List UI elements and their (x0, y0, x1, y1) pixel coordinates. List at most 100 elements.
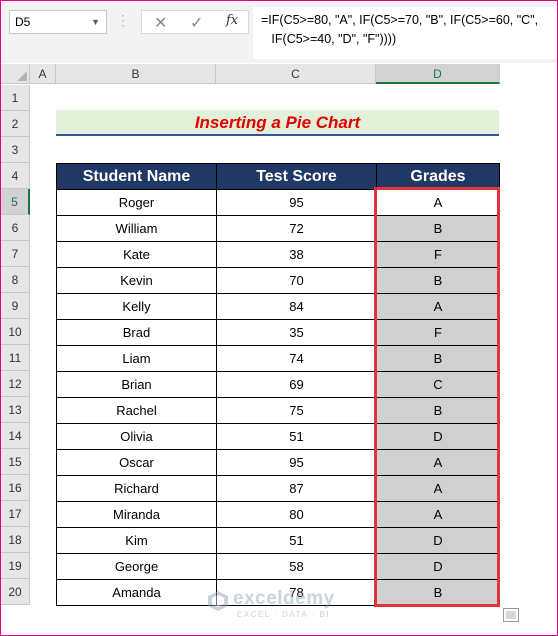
cell-student-name[interactable]: Brad (56, 319, 217, 346)
table-row: Brad 35 F (56, 319, 500, 346)
row-header-7[interactable]: 7 (1, 241, 30, 267)
cell-grade[interactable]: F (376, 319, 500, 346)
name-box[interactable]: D5 ▼ (9, 10, 107, 34)
sheet-title[interactable]: Inserting a Pie Chart (56, 110, 499, 136)
row-header-9[interactable]: 9 (1, 293, 30, 319)
name-box-value: D5 (15, 15, 31, 29)
row-header-2[interactable]: 2 (1, 111, 30, 137)
cell-student-name[interactable]: William (56, 215, 217, 242)
table-row: Richard 87 A (56, 475, 500, 502)
cancel-icon[interactable]: ✕ (154, 13, 167, 33)
watermark-tagline: EXCEL · DATA · BI (237, 610, 330, 619)
row-header-18[interactable]: 18 (1, 527, 30, 553)
cell-test-score[interactable]: 74 (216, 345, 377, 372)
cell-student-name[interactable]: Kevin (56, 267, 217, 294)
more-icon: · · · (121, 8, 125, 32)
cell-test-score[interactable]: 58 (216, 553, 377, 580)
row-header-11[interactable]: 11 (1, 345, 30, 371)
cell-test-score[interactable]: 70 (216, 267, 377, 294)
cell-student-name[interactable]: Roger (56, 189, 217, 216)
cell-test-score[interactable]: 51 (216, 423, 377, 450)
cell-test-score[interactable]: 80 (216, 501, 377, 528)
cell-grade[interactable]: B (376, 267, 500, 294)
quick-analysis-icon[interactable] (503, 608, 519, 622)
chevron-down-icon[interactable]: ▼ (91, 11, 100, 33)
row-header-3[interactable]: 3 (1, 137, 30, 163)
cell-grade[interactable]: B (376, 215, 500, 242)
cell-test-score[interactable]: 87 (216, 475, 377, 502)
cell-grade[interactable]: B (376, 397, 500, 424)
cell-test-score[interactable]: 35 (216, 319, 377, 346)
row-header-5[interactable]: 5 (1, 189, 30, 215)
header-grades[interactable]: Grades (376, 163, 500, 190)
table-row: Brian 69 C (56, 371, 500, 398)
table-row: Kevin 70 B (56, 267, 500, 294)
formula-input[interactable]: =IF(C5>=80, "A", IF(C5>=70, "B", IF(C5>=… (253, 7, 557, 59)
formula-buttons: ✕ ✓ fx (141, 10, 249, 34)
table-row: George 58 D (56, 553, 500, 580)
row-header-1[interactable]: 1 (1, 85, 30, 111)
cell-student-name[interactable]: Rachel (56, 397, 217, 424)
watermark: exceldemy EXCEL · DATA · BI (207, 588, 357, 622)
row-header-4[interactable]: 4 (1, 163, 30, 189)
column-header-d[interactable]: D (376, 64, 500, 84)
select-all-button[interactable] (1, 64, 30, 84)
cell-test-score[interactable]: 95 (216, 449, 377, 476)
formula-bar: D5 ▼ · · · ✕ ✓ fx =IF(C5>=80, "A", IF(C5>=… (1, 1, 557, 63)
cell-grade[interactable]: D (376, 527, 500, 554)
row-header-8[interactable]: 8 (1, 267, 30, 293)
cell-grade[interactable]: F (376, 241, 500, 268)
cell-student-name[interactable]: Oscar (56, 449, 217, 476)
row-header-15[interactable]: 15 (1, 449, 30, 475)
cell-grade[interactable]: D (376, 553, 500, 580)
row-header-19[interactable]: 19 (1, 553, 30, 579)
table-row: Kelly 84 A (56, 293, 500, 320)
column-header-a[interactable]: A (30, 64, 56, 84)
cell-student-name[interactable]: Kate (56, 241, 217, 268)
cell-test-score[interactable]: 38 (216, 241, 377, 268)
header-student-name[interactable]: Student Name (56, 163, 217, 190)
cell-grade[interactable]: D (376, 423, 500, 450)
cell-student-name[interactable]: Brian (56, 371, 217, 398)
cell-test-score[interactable]: 72 (216, 215, 377, 242)
cell-grade[interactable]: A (376, 449, 500, 476)
table-row: Roger 95 A (56, 189, 500, 216)
table-row: Kate 38 F (56, 241, 500, 268)
insert-function-icon[interactable]: fx (226, 13, 238, 28)
cell-test-score[interactable]: 69 (216, 371, 377, 398)
cell-test-score[interactable]: 75 (216, 397, 377, 424)
cell-student-name[interactable]: Liam (56, 345, 217, 372)
cell-test-score[interactable]: 84 (216, 293, 377, 320)
row-header-20[interactable]: 20 (1, 579, 30, 605)
cell-student-name[interactable]: Amanda (56, 579, 217, 606)
table-header-row: Student Name Test Score Grades (56, 163, 500, 190)
cell-grade[interactable]: B (376, 579, 500, 606)
cell-student-name[interactable]: Richard (56, 475, 217, 502)
cell-test-score[interactable]: 95 (216, 189, 377, 216)
cell-grade[interactable]: B (376, 345, 500, 372)
row-header-10[interactable]: 10 (1, 319, 30, 345)
cell-grade[interactable]: A (376, 189, 500, 216)
cell-test-score[interactable]: 51 (216, 527, 377, 554)
row-header-6[interactable]: 6 (1, 215, 30, 241)
row-header-17[interactable]: 17 (1, 501, 30, 527)
header-test-score[interactable]: Test Score (216, 163, 377, 190)
row-header-13[interactable]: 13 (1, 397, 30, 423)
cell-grade[interactable]: A (376, 501, 500, 528)
row-header-12[interactable]: 12 (1, 371, 30, 397)
row-header-16[interactable]: 16 (1, 475, 30, 501)
row-header-14[interactable]: 14 (1, 423, 30, 449)
cell-student-name[interactable]: George (56, 553, 217, 580)
cell-grade[interactable]: A (376, 293, 500, 320)
cell-grade[interactable]: C (376, 371, 500, 398)
cell-grade[interactable]: A (376, 475, 500, 502)
column-header-b[interactable]: B (56, 64, 216, 84)
enter-icon[interactable]: ✓ (190, 13, 203, 33)
cell-student-name[interactable]: Olivia (56, 423, 217, 450)
table-row: Olivia 51 D (56, 423, 500, 450)
cell-student-name[interactable]: Miranda (56, 501, 217, 528)
column-header-c[interactable]: C (216, 64, 376, 84)
cell-student-name[interactable]: Kim (56, 527, 217, 554)
table-row: Liam 74 B (56, 345, 500, 372)
cell-student-name[interactable]: Kelly (56, 293, 217, 320)
